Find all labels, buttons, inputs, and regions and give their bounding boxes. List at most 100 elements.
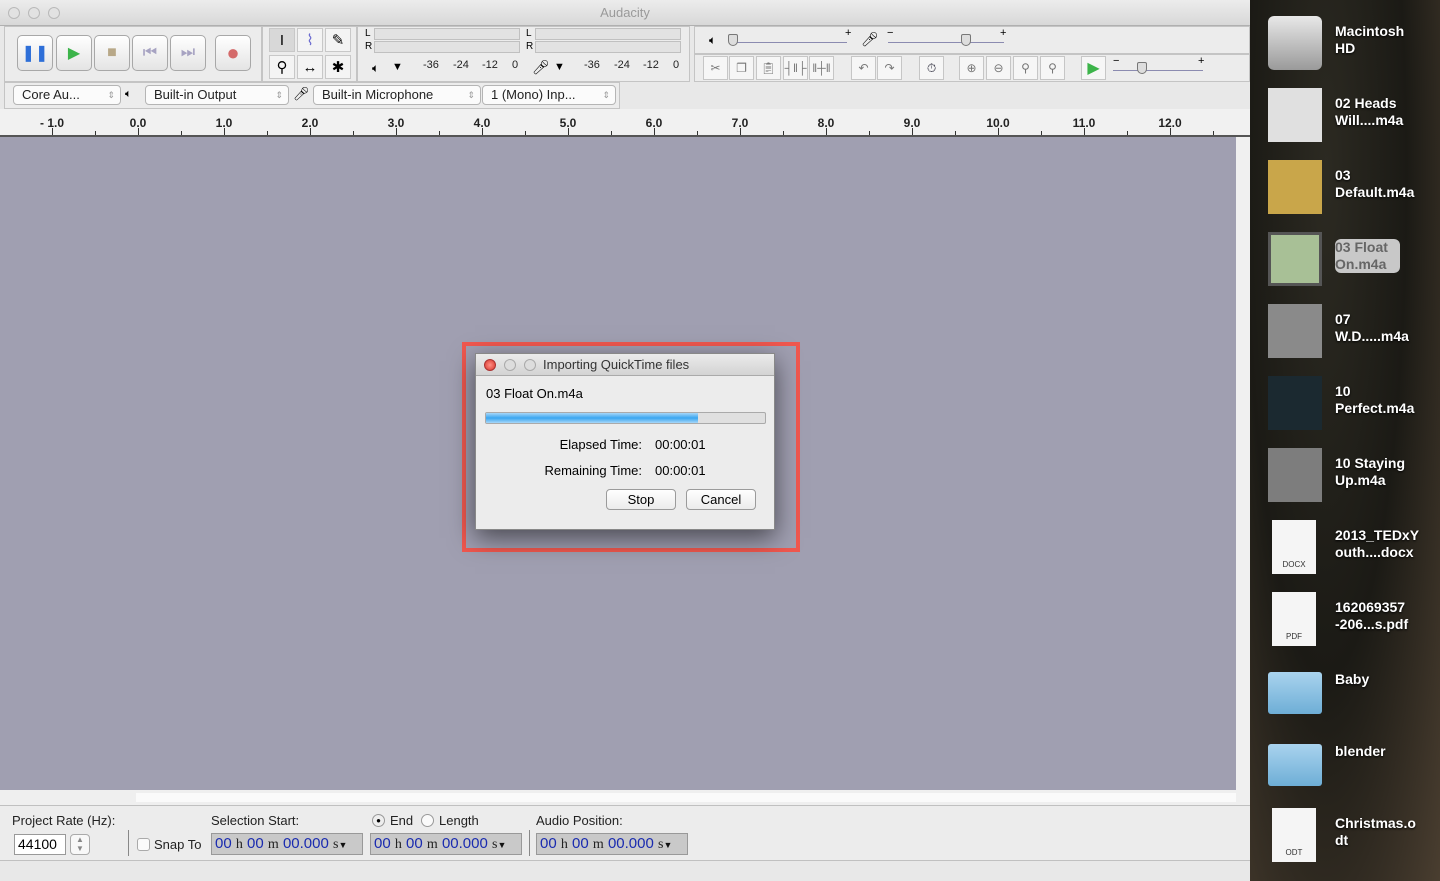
redo-button[interactable]: ↷ bbox=[877, 56, 902, 80]
audio-position-time[interactable]: 00 h 00 m 00.000 s▼ bbox=[536, 833, 688, 855]
desktop-item[interactable]: blender bbox=[1250, 734, 1440, 806]
selection-end-time[interactable]: 00 h 00 m 00.000 s▼ bbox=[370, 833, 522, 855]
zoom-in-icon: ⊕ bbox=[966, 61, 977, 75]
fit-selection-button[interactable]: ⚲ bbox=[1013, 56, 1038, 80]
ruler-minor-tick bbox=[181, 131, 182, 135]
cancel-button[interactable]: Cancel bbox=[686, 489, 756, 510]
desktop-item[interactable]: 07 W.D.....m4a bbox=[1250, 302, 1440, 374]
device-toolbar: Core Au... ⇕ 🔈︎ Built-in Output ⇕ 🎤︎ Built… bbox=[4, 82, 620, 109]
document-icon: PDF bbox=[1272, 592, 1316, 646]
desktop-item[interactable]: 10 Staying Up.m4a bbox=[1250, 446, 1440, 518]
desktop-item-label: 03 Float On.m4a bbox=[1335, 239, 1400, 273]
output-volume-thumb[interactable] bbox=[728, 34, 738, 46]
desktop-item[interactable]: Macintosh HD bbox=[1250, 14, 1440, 86]
stop-button[interactable]: ■ bbox=[94, 35, 130, 71]
dialog-zoom-button[interactable] bbox=[524, 359, 536, 371]
album-art-icon bbox=[1268, 232, 1322, 286]
record-button[interactable]: ● bbox=[215, 35, 251, 71]
vertical-scrollbar[interactable] bbox=[1236, 137, 1250, 790]
horizontal-scrollbar[interactable] bbox=[0, 790, 1250, 805]
silence-button[interactable]: ‖┼‖ bbox=[809, 56, 834, 80]
close-button[interactable] bbox=[8, 7, 20, 19]
document-icon: DOCX bbox=[1272, 520, 1316, 574]
output-volume-slider[interactable] bbox=[731, 42, 847, 43]
input-device-select[interactable]: Built-in Microphone ⇕ bbox=[313, 85, 481, 105]
skip-end-button[interactable]: ⏭ bbox=[170, 35, 206, 71]
copy-icon: ❐ bbox=[736, 61, 747, 75]
snap-to-checkbox[interactable] bbox=[137, 838, 150, 851]
timeline-ruler[interactable]: - 1.0 0.0 1.0 2.0 3.0 4.0 5.0 6.0 7.0 8.0 9.0 10.0 1… bbox=[0, 109, 1250, 137]
selection-start-time[interactable]: 00 h 00 m 00.000 s▼ bbox=[211, 833, 363, 855]
left-channel-label: L bbox=[526, 28, 532, 39]
divider bbox=[128, 830, 129, 856]
album-art-icon bbox=[1268, 304, 1322, 358]
play-speed-slider[interactable] bbox=[1113, 70, 1203, 71]
folder-icon bbox=[1268, 744, 1322, 786]
dialog-minimize-button[interactable] bbox=[504, 359, 516, 371]
desktop-item[interactable]: PDF 162069357 -206...s.pdf bbox=[1250, 590, 1440, 662]
end-radio[interactable]: ● bbox=[372, 814, 385, 827]
draw-tool[interactable]: ✎ bbox=[325, 28, 351, 52]
stop-button[interactable]: Stop bbox=[606, 489, 676, 510]
record-meter-right[interactable] bbox=[535, 41, 681, 53]
ruler-minor-tick bbox=[1213, 131, 1214, 135]
length-radio[interactable] bbox=[421, 814, 434, 827]
play-speed-thumb[interactable] bbox=[1137, 62, 1147, 74]
desktop-item[interactable]: 03 Default.m4a bbox=[1250, 158, 1440, 230]
dialog-close-button[interactable] bbox=[484, 359, 496, 371]
trim-button[interactable]: ┤‖├ bbox=[783, 56, 808, 80]
scale-tick: -24 bbox=[614, 59, 630, 71]
desktop: Macintosh HD 02 Heads Will....m4a 03 Defau… bbox=[1250, 0, 1440, 881]
project-rate-input[interactable]: 44100 bbox=[14, 834, 66, 855]
envelope-tool[interactable]: ⌇ bbox=[297, 28, 323, 52]
ruler-label: 7.0 bbox=[731, 116, 749, 130]
scrollbar-thumb[interactable] bbox=[136, 793, 1236, 802]
zoom-tool[interactable]: ⚲ bbox=[269, 55, 295, 79]
elapsed-label: Elapsed Time: bbox=[559, 437, 642, 452]
speaker-icon: 🔈︎ bbox=[709, 33, 717, 47]
desktop-item[interactable]: 02 Heads Will....m4a bbox=[1250, 86, 1440, 158]
ruler-label: 10.0 bbox=[986, 116, 1010, 130]
undo-button[interactable]: ↶ bbox=[851, 56, 876, 80]
input-channels-select[interactable]: 1 (Mono) Inp... ⇕ bbox=[482, 85, 616, 105]
sync-lock-button[interactable]: ⏱ bbox=[919, 56, 944, 80]
desktop-item[interactable]: 10 Perfect.m4a bbox=[1250, 374, 1440, 446]
play-button[interactable]: ▶ bbox=[56, 35, 92, 71]
desktop-item[interactable]: Baby bbox=[1250, 662, 1440, 734]
record-meter-left[interactable] bbox=[535, 28, 681, 40]
timeshift-tool[interactable]: ↔ bbox=[297, 55, 323, 79]
playback-meter-left[interactable] bbox=[374, 28, 520, 40]
desktop-item[interactable]: ODT Christmas.o dt bbox=[1250, 806, 1440, 878]
minimize-button[interactable] bbox=[28, 7, 40, 19]
project-rate-stepper[interactable]: ▲ ▼ bbox=[70, 834, 90, 855]
zoom-out-button[interactable]: ⊖ bbox=[986, 56, 1011, 80]
dialog-title-bar: Importing QuickTime files bbox=[476, 354, 774, 376]
play-at-speed-button[interactable]: ▶ bbox=[1081, 56, 1106, 80]
record-meter-menu[interactable]: ▼ bbox=[554, 61, 565, 73]
double-arrow-icon: ↔ bbox=[302, 58, 318, 76]
audio-host-select[interactable]: Core Au... ⇕ bbox=[13, 85, 121, 105]
ruler-minor-tick bbox=[1127, 131, 1128, 135]
multi-tool[interactable]: ✱ bbox=[325, 55, 351, 79]
playback-meter-menu[interactable]: ▼ bbox=[392, 61, 403, 73]
selection-tool[interactable]: I bbox=[269, 28, 295, 52]
desktop-item[interactable]: DOCX 2013_TEDxY outh....docx bbox=[1250, 518, 1440, 590]
plus-label: + bbox=[1198, 55, 1205, 67]
paste-button[interactable]: 📋︎ bbox=[756, 56, 781, 80]
stop-icon: ■ bbox=[107, 44, 117, 61]
input-volume-slider[interactable] bbox=[888, 42, 1004, 43]
desktop-item[interactable]: 03 Float On.m4a bbox=[1250, 230, 1440, 302]
skip-start-button[interactable]: ⏮ bbox=[132, 35, 168, 71]
zoom-button[interactable] bbox=[48, 7, 60, 19]
output-device-select[interactable]: Built-in Output ⇕ bbox=[145, 85, 289, 105]
fit-project-button[interactable]: ⚲ bbox=[1040, 56, 1065, 80]
cut-button[interactable]: ✂ bbox=[703, 56, 728, 80]
ruler-minor-tick bbox=[955, 131, 956, 135]
playback-meter-right[interactable] bbox=[374, 41, 520, 53]
copy-button[interactable]: ❐ bbox=[729, 56, 754, 80]
progress-fill bbox=[486, 413, 699, 423]
pause-button[interactable]: ❚❚ bbox=[17, 35, 53, 71]
zoom-in-button[interactable]: ⊕ bbox=[959, 56, 984, 80]
input-volume-thumb[interactable] bbox=[961, 34, 971, 46]
audio-position-label: Audio Position: bbox=[536, 813, 623, 828]
